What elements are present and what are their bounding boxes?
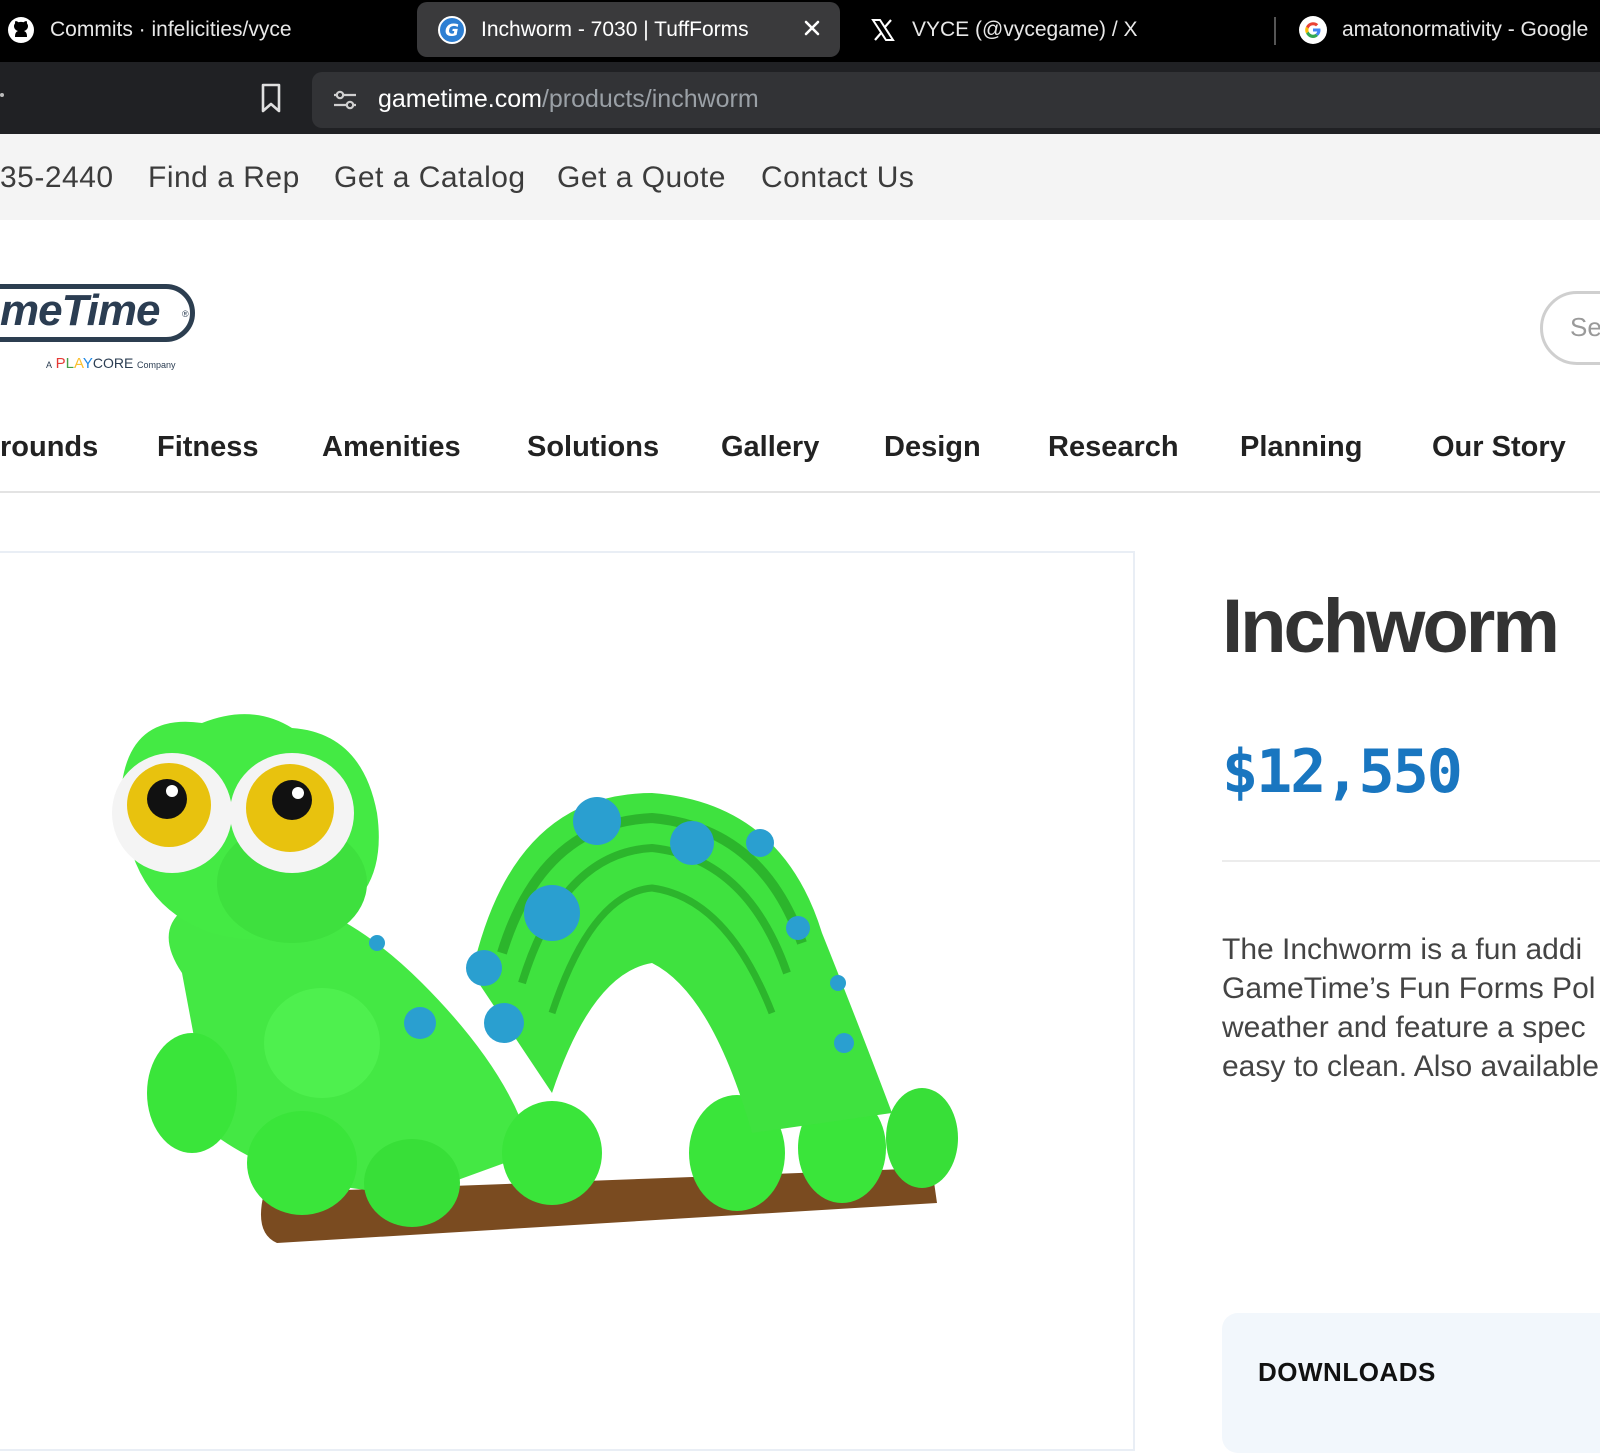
close-icon[interactable] — [798, 14, 826, 42]
description-line: GameTime’s Fun Forms Pol — [1222, 972, 1596, 1005]
logo-playcore: A PLAYCORE Company — [46, 355, 176, 372]
description-line: The Inchworm is a fun addi — [1222, 933, 1583, 966]
browser-tab-bar: Commits · infelicities/vyce G Inchworm -… — [0, 0, 1600, 62]
get-a-catalog-link[interactable]: Get a Catalog — [334, 161, 526, 195]
main-nav: rounds Fitness Amenities Solutions Galle… — [0, 406, 1600, 493]
product-description: The Inchworm is a fun addi GameTime’s Fu… — [1222, 930, 1600, 1086]
phone-link[interactable]: 35-2440 — [0, 161, 114, 195]
x-logo-icon — [868, 15, 898, 45]
tab-title: Inchworm - 7030 | TuffForms — [481, 17, 749, 41]
logo-core: CORE — [92, 355, 134, 371]
nav-amenities[interactable]: Amenities — [322, 430, 461, 464]
logo-company: Company — [137, 360, 176, 370]
nav-design[interactable]: Design — [884, 430, 981, 464]
logo-letter-p: P — [55, 355, 66, 372]
product-price: $12,550 — [1222, 737, 1463, 807]
logo-letter-y: Y — [82, 355, 93, 372]
site-header — [0, 220, 1600, 408]
contact-us-link[interactable]: Contact Us — [761, 161, 914, 195]
product-image-panel[interactable] — [0, 551, 1135, 1451]
logo-wordmark[interactable]: meTime — [0, 286, 160, 336]
nav-planning[interactable]: Planning — [1240, 430, 1362, 464]
inchworm-image — [112, 714, 958, 1243]
search-placeholder: Se — [1570, 312, 1600, 342]
tab-title: VYCE (@vycegame) / X — [912, 17, 1138, 41]
github-icon — [6, 15, 36, 45]
nav-our-story[interactable]: Our Story — [1432, 430, 1566, 464]
tab-google[interactable]: amatonormativity - Google — [1298, 2, 1600, 57]
get-a-quote-link[interactable]: Get a Quote — [557, 161, 726, 195]
logo-registered: ® — [182, 309, 189, 319]
tab-inchworm[interactable]: G Inchworm - 7030 | TuffForms — [417, 2, 840, 57]
svg-text:G: G — [445, 21, 459, 41]
downloads-heading[interactable]: DOWNLOADS — [1258, 1357, 1436, 1388]
gametime-favicon: G — [437, 15, 467, 45]
nav-research[interactable]: Research — [1048, 430, 1179, 464]
description-line: weather and feature a spec — [1222, 1011, 1586, 1044]
tab-commits[interactable]: Commits · infelicities/vyce — [6, 2, 396, 57]
nav-playgrounds[interactable]: rounds — [0, 430, 98, 464]
tab-title: Commits · infelicities/vyce — [50, 17, 292, 41]
url-path: /products/inchworm — [541, 85, 759, 113]
url-host: gametime.com — [378, 85, 542, 113]
tab-title: amatonormativity - Google — [1342, 17, 1589, 41]
google-icon — [1298, 15, 1328, 45]
find-a-rep-link[interactable]: Find a Rep — [148, 161, 300, 195]
nav-fitness[interactable]: Fitness — [157, 430, 259, 464]
site-settings-icon[interactable] — [330, 85, 360, 115]
logo-sub-prefix: A — [46, 360, 53, 370]
logo-letter-l: L — [65, 355, 74, 372]
omnibox[interactable]: gametime.com/products/inchworm — [312, 72, 1600, 128]
bookmark-icon[interactable] — [256, 81, 286, 115]
tab-separator — [1274, 17, 1276, 45]
logo-letter-a: A — [74, 355, 83, 372]
overflow-dot — [0, 93, 4, 97]
tab-vyce[interactable]: VYCE (@vycegame) / X — [868, 2, 1258, 57]
url-text[interactable]: gametime.com/products/inchworm — [378, 84, 759, 114]
downloads-panel: DOWNLOADS — [1222, 1313, 1600, 1453]
product-title: Inchworm — [1222, 584, 1560, 669]
description-line: easy to clean. Also available — [1222, 1050, 1599, 1083]
nav-solutions[interactable]: Solutions — [527, 430, 659, 464]
utility-bar: 35-2440 Find a Rep Get a Catalog Get a Q… — [0, 134, 1600, 220]
nav-gallery[interactable]: Gallery — [721, 430, 819, 464]
divider — [1222, 860, 1600, 862]
